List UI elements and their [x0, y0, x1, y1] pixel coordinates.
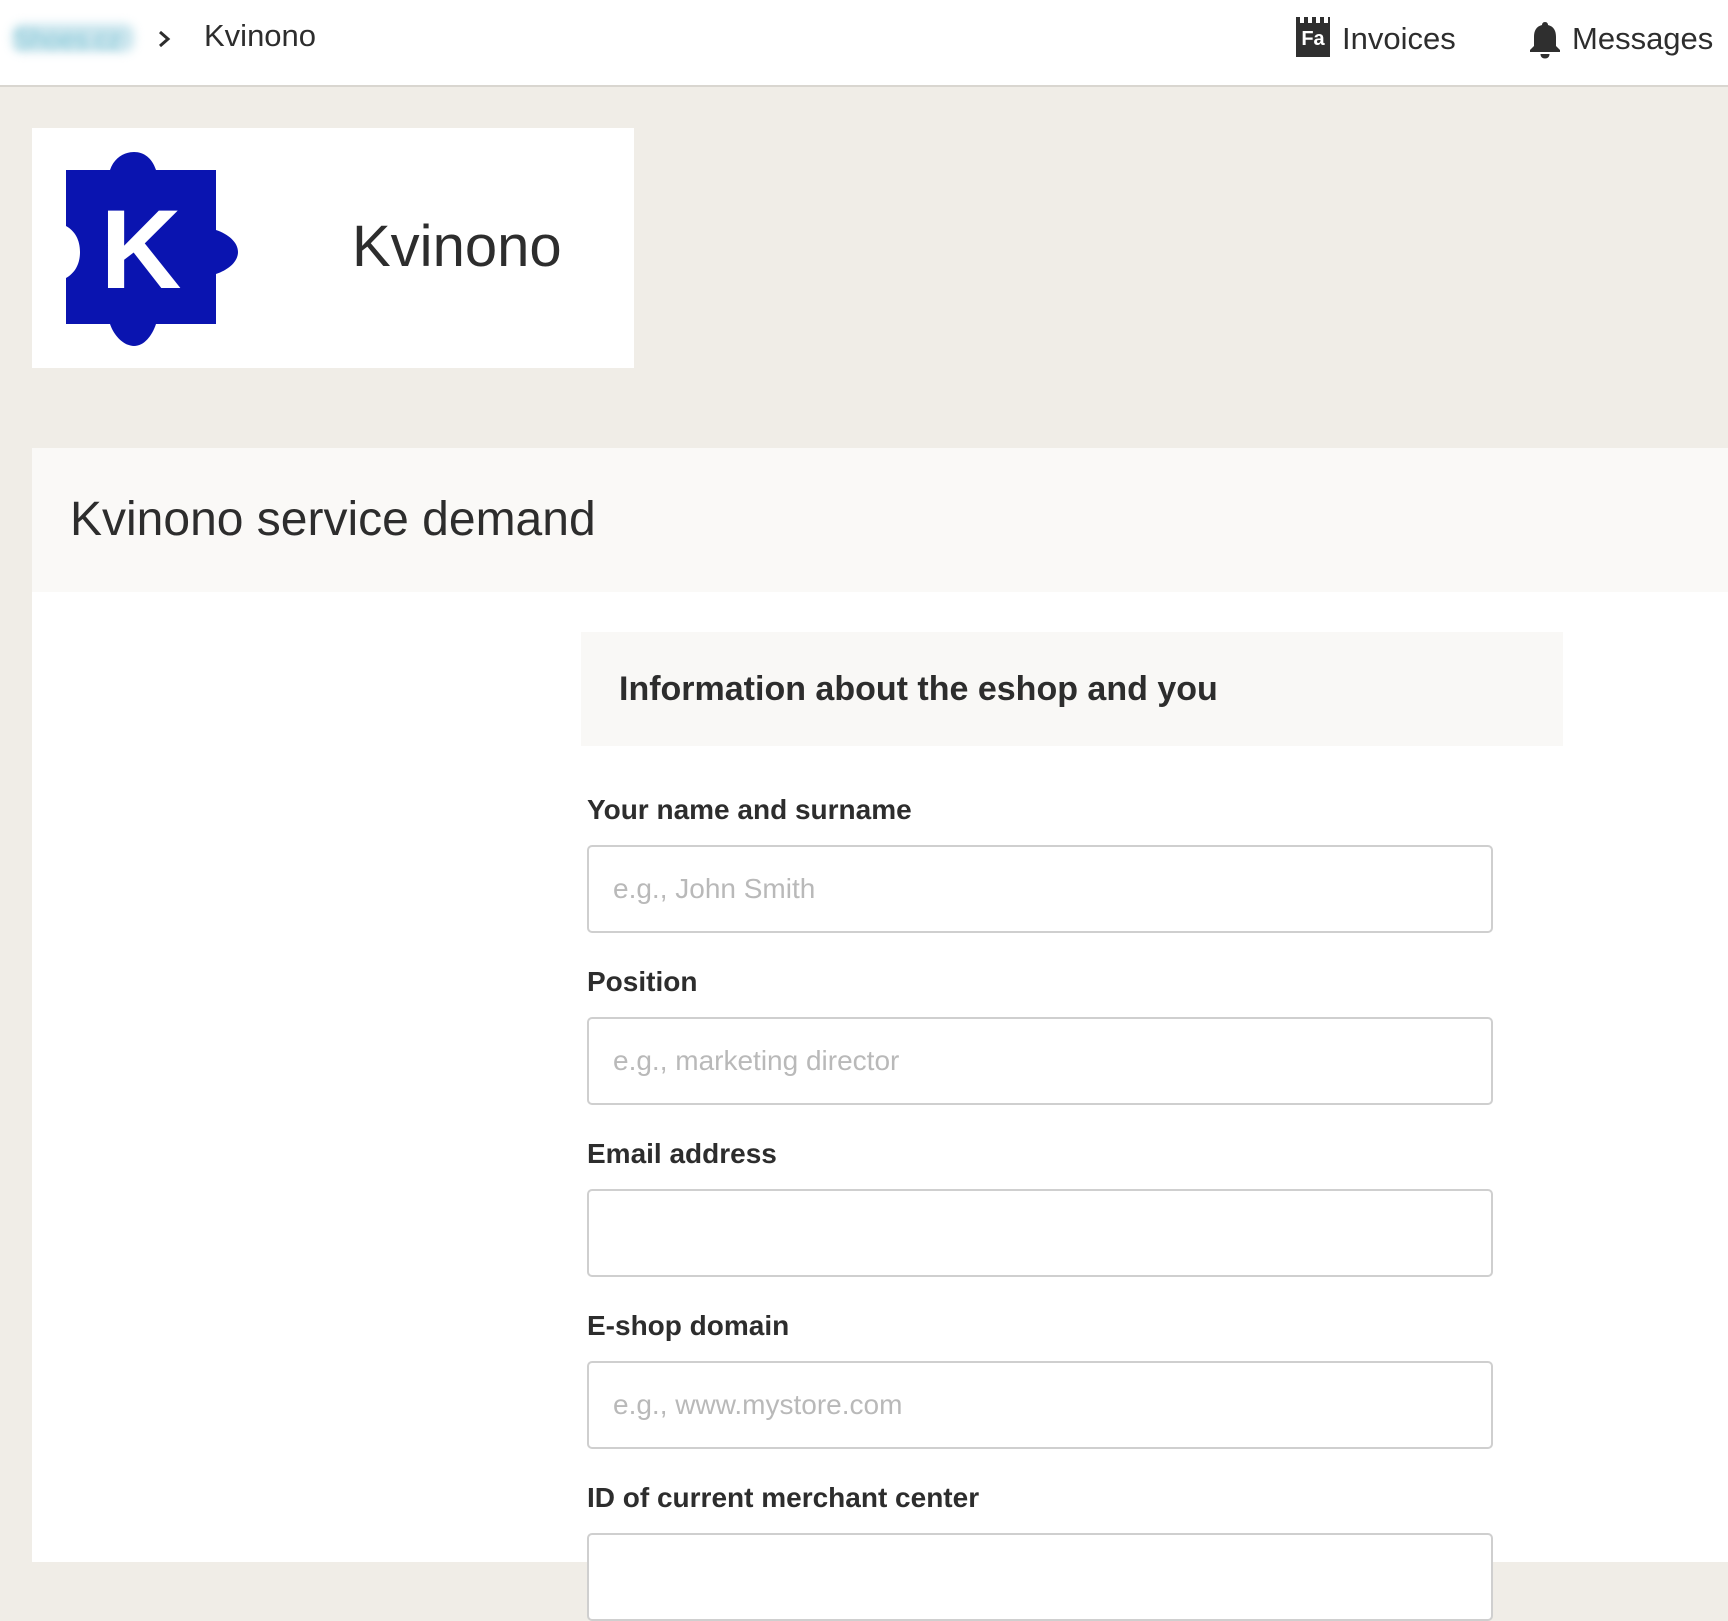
brand-name: Kvinono [352, 214, 562, 279]
invoice-icon: Fa [1296, 17, 1330, 57]
breadcrumb-current: Kvinono [204, 18, 317, 53]
brand-logo-letter: K [101, 187, 182, 312]
messages-label: Messages [1572, 21, 1714, 56]
email-input[interactable] [587, 1189, 1493, 1277]
page-title: Kvinono service demand [70, 493, 596, 546]
bell-icon [1530, 22, 1560, 59]
form-section-header: Information about the eshop and you [581, 632, 1563, 746]
messages-link[interactable]: Messages [1528, 14, 1713, 64]
merchant-center-id-input[interactable] [587, 1533, 1493, 1621]
position-input[interactable] [587, 1017, 1493, 1105]
merchant-center-id-label: ID of current merchant center [587, 1482, 980, 1513]
eshop-domain-label: E-shop domain [587, 1310, 790, 1341]
chevron-right-icon [159, 30, 171, 48]
email-label: Email address [587, 1138, 777, 1169]
eshop-domain-input[interactable] [587, 1361, 1493, 1449]
invoices-label: Invoices [1342, 21, 1456, 56]
name-input[interactable] [587, 845, 1493, 933]
top-bar: Shoes.cz Kvinono Fa Invoices Messages [0, 0, 1728, 87]
brand-logo: K [66, 152, 238, 346]
name-label: Your name and surname [587, 794, 912, 825]
section-title: Information about the eshop and you [619, 670, 1218, 708]
brand-card: K Kvinono [32, 128, 634, 368]
page-header: Kvinono service demand [32, 448, 1728, 592]
invoices-link[interactable]: Fa Invoices [1296, 14, 1456, 64]
position-label: Position [587, 966, 698, 997]
breadcrumb-root-label[interactable]: Shoes.cz [14, 24, 121, 55]
